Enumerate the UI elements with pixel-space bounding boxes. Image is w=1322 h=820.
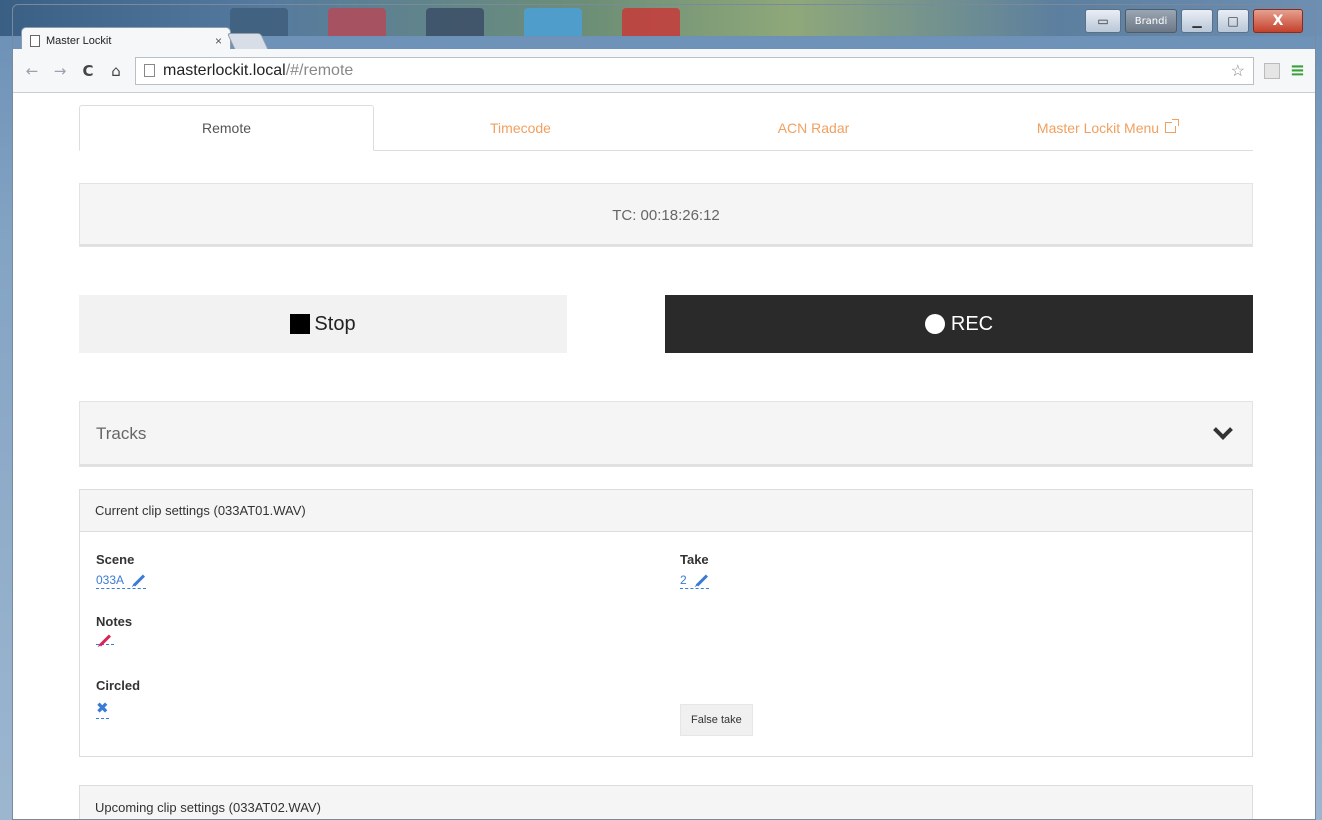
tab-remote[interactable]: Remote (79, 105, 374, 151)
tab-label: Remote (201, 120, 252, 136)
pencil-icon (695, 573, 708, 587)
current-clip-heading: Current clip settings (033AT01.WAV) (80, 490, 1252, 532)
address-bar[interactable]: masterlockit.local/#/remote ☆ (135, 56, 1254, 85)
url-host: masterlockit.local (163, 61, 286, 79)
bookmark-star-icon[interactable]: ☆ (1231, 61, 1245, 81)
circled-label: Circled (96, 678, 141, 693)
take-editable[interactable]: 2 (680, 573, 709, 589)
rec-button[interactable]: REC (665, 295, 1253, 353)
stop-label: Stop (314, 312, 356, 335)
minimize-button[interactable]: ▁ (1181, 9, 1213, 33)
page-icon (144, 64, 155, 77)
circled-toggle[interactable]: ✖ (96, 699, 109, 719)
close-window-button[interactable]: X (1253, 9, 1303, 33)
tab-master-lockit-menu[interactable]: Master Lockit Menu (960, 105, 1253, 150)
tracks-label: Tracks (96, 424, 147, 443)
record-icon (924, 314, 945, 334)
take-field: Take 2 (680, 552, 709, 589)
pencil-icon (133, 573, 146, 587)
page-icon (30, 34, 40, 47)
home-icon[interactable]: ⌂ (107, 62, 125, 80)
extension-icon[interactable] (1263, 62, 1280, 79)
browser-window: ▭ Brandi ▁ □ X Master Lockit × ← → C ⌂ m… (12, 4, 1316, 820)
scene-editable[interactable]: 033A (96, 573, 147, 589)
external-link-icon (1165, 119, 1180, 133)
stop-icon (290, 314, 311, 334)
tracks-panel-toggle[interactable]: Tracks (79, 401, 1253, 467)
tab-acn-radar[interactable]: ACN Radar (667, 105, 960, 150)
maximize-button[interactable]: □ (1217, 9, 1249, 33)
tab-label: Timecode (490, 119, 551, 136)
close-tab-icon[interactable]: × (215, 34, 222, 48)
window-switch-icon[interactable]: ▭ (1085, 9, 1121, 33)
menu-icon[interactable]: ≡ (1290, 60, 1305, 81)
reload-icon[interactable]: C (79, 62, 97, 80)
x-icon: ✖ (96, 699, 109, 717)
back-icon[interactable]: ← (23, 62, 41, 80)
rec-label: REC (950, 312, 994, 335)
page-content: Remote Timecode ACN Radar Master Lockit … (13, 93, 1315, 819)
upcoming-clip-heading: Upcoming clip settings (033AT02.WAV) (80, 786, 1252, 819)
notes-editable[interactable] (96, 634, 114, 647)
stop-button[interactable]: Stop (79, 295, 567, 353)
false-take-button[interactable]: False take (680, 704, 753, 736)
current-clip-panel: Current clip settings (033AT01.WAV) Scen… (79, 489, 1253, 757)
upcoming-clip-panel: Upcoming clip settings (033AT02.WAV) (79, 785, 1253, 819)
scene-field: Scene 033A (96, 552, 147, 589)
forward-icon[interactable]: → (51, 62, 69, 80)
circled-field: Circled ✖ (96, 678, 140, 719)
pencil-icon (98, 634, 112, 647)
false-take-label: False take (691, 714, 742, 726)
tab-title: Master Lockit (46, 34, 112, 47)
take-value: 2 (680, 573, 687, 587)
take-label: Take (680, 552, 709, 567)
timecode-text: TC: 00:18:26:12 (612, 206, 720, 224)
tab-label: Master Lockit Menu (1036, 119, 1160, 136)
window-controls: ▭ Brandi ▁ □ X (1085, 9, 1303, 33)
tab-label: ACN Radar (777, 119, 850, 136)
scene-value: 033A (96, 573, 125, 587)
browser-toolbar: ← → C ⌂ masterlockit.local/#/remote ☆ ≡ (13, 49, 1315, 93)
notes-field: Notes (96, 614, 132, 647)
scene-label: Scene (96, 552, 135, 567)
timecode-display: TC: 00:18:26:12 (79, 183, 1253, 247)
nav-tabs: Remote Timecode ACN Radar Master Lockit … (79, 105, 1253, 151)
chevron-down-icon[interactable] (1213, 420, 1233, 440)
user-badge[interactable]: Brandi (1125, 9, 1177, 33)
notes-label: Notes (96, 614, 133, 629)
tab-timecode[interactable]: Timecode (374, 105, 667, 150)
url-path: /#/remote (285, 61, 354, 79)
